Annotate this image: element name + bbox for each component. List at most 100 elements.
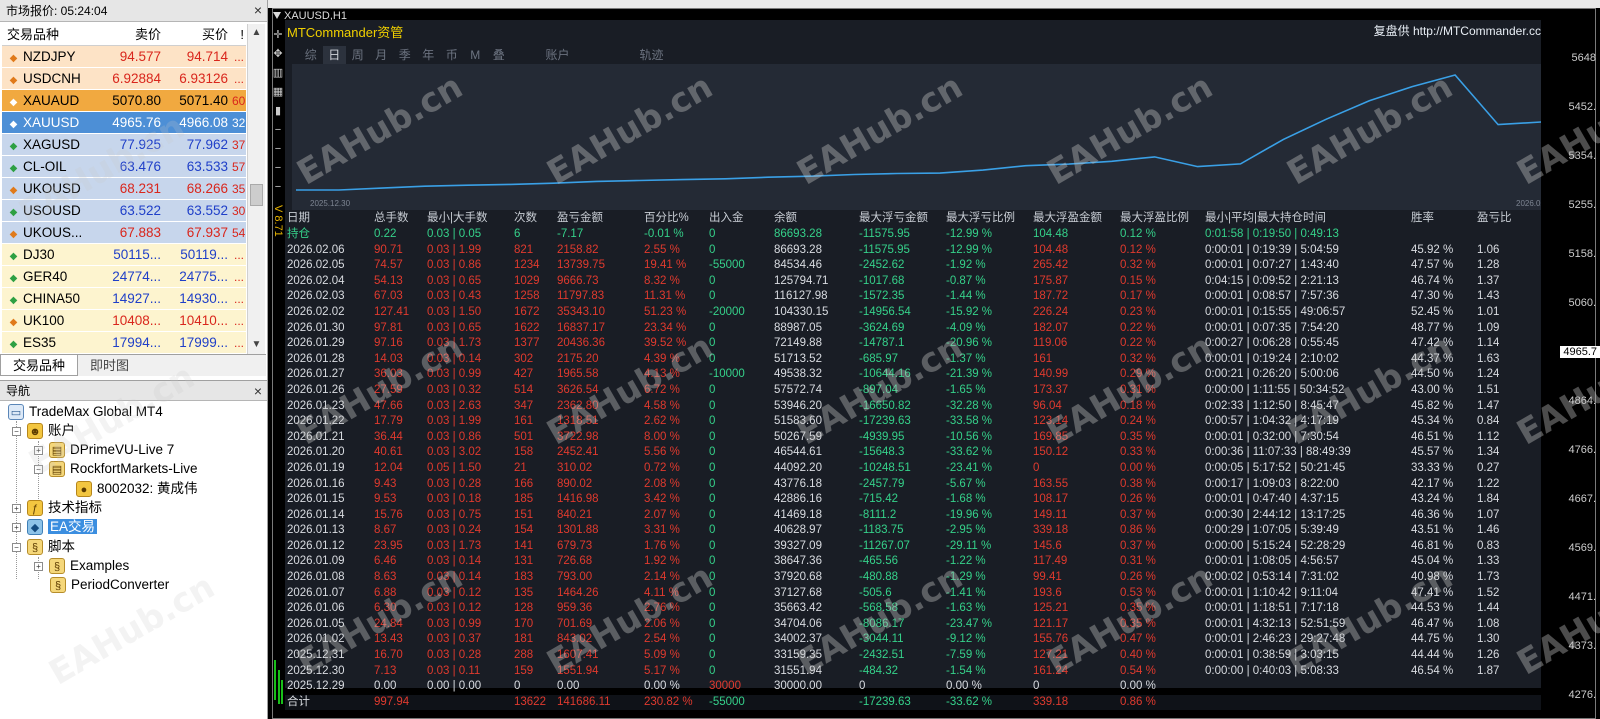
ask-cell: 24775... <box>179 269 228 284</box>
table-row: 2026.02.03 67.03 0.03 | 0.43 1258 11797.83 11… <box>285 289 1541 305</box>
panel-tab[interactable]: 账户 <box>511 46 605 64</box>
chart-window[interactable]: XAUUSD,H1 ✛ ✥ ▥ ▦ ▮ − − − − V 8.71 5648 5… <box>268 0 1600 719</box>
market-watch-row[interactable]: ◆ DJ30 50115... 50119...... <box>2 244 246 266</box>
table-cell: 1.51 <box>1477 383 1500 396</box>
table-cell: 36.03 <box>374 368 403 381</box>
column-header: 胜率 <box>1411 212 1434 224</box>
collapse-icon[interactable]: − <box>12 426 21 436</box>
scroll-up-icon[interactable]: ▲ <box>248 24 265 42</box>
minus-icon[interactable]: − <box>272 121 284 140</box>
market-watch-row[interactable]: ◆ CL-OIL 63.476 63.533 57 <box>2 156 246 178</box>
market-watch-row[interactable]: ◆ XAUAUD 5070.80 5071.40 60 <box>2 90 246 112</box>
table-cell: 20436.36 <box>557 337 605 350</box>
panel-link[interactable]: 复盘供 http://MTCommander.cc <box>1374 22 1541 39</box>
table-cell: 793.00 <box>557 571 593 584</box>
table-cell: 0.03 | 1.73 <box>427 539 482 552</box>
column-bid[interactable]: 卖价 <box>98 24 165 45</box>
market-watch-row[interactable]: ◆ UKOUSD 68.231 68.266 35 <box>2 178 246 200</box>
market-watch-row[interactable]: ◆ USOUSD 63.522 63.552 30 <box>2 200 246 222</box>
table-cell: 0 <box>1033 461 1040 474</box>
table-cell: 5.09 % <box>644 649 680 662</box>
nav-account-1[interactable]: + ▤ DPrimeVU-Live 7 <box>34 441 174 459</box>
expand-icon[interactable]: + <box>12 503 21 513</box>
table-cell: 0:00:17 | 1:09:03 | 8:22:00 <box>1205 477 1339 490</box>
tab-symbols[interactable]: 交易品种 <box>0 355 79 376</box>
table-cell: 0:00:00 | 5:15:24 | 52:28:29 <box>1205 539 1346 552</box>
scrollbar-thumb[interactable] <box>250 184 263 206</box>
market-watch-row[interactable]: ◆ CHINA50 14927... 14930...... <box>2 288 246 310</box>
nav-expert-advisors[interactable]: + ◆ EA交易 <box>12 518 98 536</box>
table-cell: 0.03 | 0.12 <box>427 586 482 599</box>
panel-tab[interactable]: 综 <box>299 46 323 64</box>
spread-cell: ... <box>233 72 244 86</box>
expand-icon[interactable]: + <box>34 561 43 571</box>
minus-icon[interactable]: − <box>272 159 284 178</box>
column-ask[interactable]: 买价 <box>165 24 232 45</box>
spread-cell: 57 <box>232 160 246 174</box>
zoom-icon[interactable]: ▥ <box>272 64 284 83</box>
expand-icon[interactable]: + <box>12 522 21 532</box>
panel-tab[interactable]: 轨迹 <box>605 46 699 64</box>
panel-tab[interactable]: 币 <box>440 46 464 64</box>
panel-tab[interactable]: M <box>464 46 488 64</box>
table-cell: 840.21 <box>557 508 593 521</box>
table-cell: 2.55 % <box>644 243 680 256</box>
crosshair-icon[interactable]: ✛ <box>272 26 284 45</box>
table-cell: 44.44 % <box>1411 649 1454 662</box>
expand-icon[interactable]: + <box>34 445 43 455</box>
panel-tab[interactable]: 日 <box>322 46 346 64</box>
market-watch-row[interactable]: ◆ UK100 10408... 10410...... <box>2 310 246 332</box>
collapse-icon[interactable]: − <box>12 542 21 552</box>
table-cell: -3044.11 <box>859 633 904 646</box>
close-icon[interactable]: × <box>254 3 262 17</box>
tab-tick-chart[interactable]: 即时图 <box>78 355 141 376</box>
nav-account-user[interactable]: ● 8002032: 黄成伟 <box>76 480 198 498</box>
market-watch-row[interactable]: ◆ XAGUSD 77.925 77.962 37 <box>2 134 246 156</box>
market-watch-row[interactable]: ◆ GER40 24774... 24775...... <box>2 266 246 288</box>
market-watch-row[interactable]: ◆ USDCNH 6.92884 6.93126... <box>2 68 246 90</box>
bars-icon[interactable]: ▮ <box>272 102 284 121</box>
computer-icon: ▭ <box>8 404 24 421</box>
nav-indicators[interactable]: + ƒ 技术指标 <box>12 499 102 517</box>
panel-tab[interactable]: 季 <box>393 46 417 64</box>
column-spread[interactable]: ! <box>232 24 246 45</box>
window-menu-icon[interactable] <box>273 12 281 19</box>
table-cell: 0.03 | 0.86 <box>427 430 482 443</box>
table-row: 合计 997.94 13622 141686.11 230.82 % -55000 -172… <box>285 694 1541 711</box>
panel-tab[interactable]: 月 <box>370 46 394 64</box>
table-cell: 0.03 | 0.37 <box>427 633 482 646</box>
hand-icon[interactable]: ✥ <box>272 45 284 64</box>
nav-period-converter[interactable]: § PeriodConverter <box>50 576 169 594</box>
market-watch-row[interactable]: ◆ ES35 17994... 17999...... <box>2 332 246 354</box>
scroll-down-icon[interactable]: ▼ <box>248 336 265 354</box>
nav-account-1-label: DPrimeVU-Live 7 <box>70 442 175 457</box>
panel-tab[interactable]: 周 <box>346 46 370 64</box>
nav-account-2[interactable]: − ▤ RockfortMarkets-Live <box>34 460 198 478</box>
nav-accounts[interactable]: − ☻ 账户 <box>12 422 75 440</box>
minus-icon[interactable]: − <box>272 178 284 197</box>
curve-start-date: 2025.12.30 <box>310 199 351 208</box>
symbol-name: XAUUSD <box>23 115 80 130</box>
table-cell: 0.00 % <box>644 680 680 693</box>
nav-root[interactable]: ▭ TradeMax Global MT4 <box>8 403 163 421</box>
ask-cell: 17999... <box>179 335 228 350</box>
panel-tab[interactable]: 年 <box>417 46 441 64</box>
table-cell: 0.83 <box>1477 539 1500 552</box>
minus-icon[interactable]: − <box>272 140 284 159</box>
script-icon: § <box>50 577 66 594</box>
table-cell: -9.12 % <box>946 633 986 646</box>
market-watch-row[interactable]: ◆ NZDJPY 94.577 94.714... <box>2 46 246 68</box>
market-watch-row[interactable]: ◆ XAUUSD 4965.76 4966.08 32 <box>2 112 246 134</box>
nav-examples[interactable]: + § Examples <box>34 557 129 575</box>
collapse-icon[interactable]: − <box>34 464 43 474</box>
market-watch-scrollbar[interactable]: ▲ ▼ <box>247 24 265 354</box>
table-cell: 0.86 % <box>1120 524 1156 537</box>
close-icon[interactable]: × <box>254 383 262 399</box>
nav-scripts[interactable]: − § 脚本 <box>12 538 75 556</box>
panel-tab[interactable]: 叠 <box>487 46 511 64</box>
market-watch-row[interactable]: ◆ UKOUS... 67.883 67.937 54 <box>2 222 246 244</box>
grid-icon[interactable]: ▦ <box>272 83 284 102</box>
column-symbol[interactable]: 交易品种 <box>2 24 98 45</box>
table-cell: 161 <box>1033 352 1053 365</box>
table-cell: 0.27 <box>1477 461 1500 474</box>
